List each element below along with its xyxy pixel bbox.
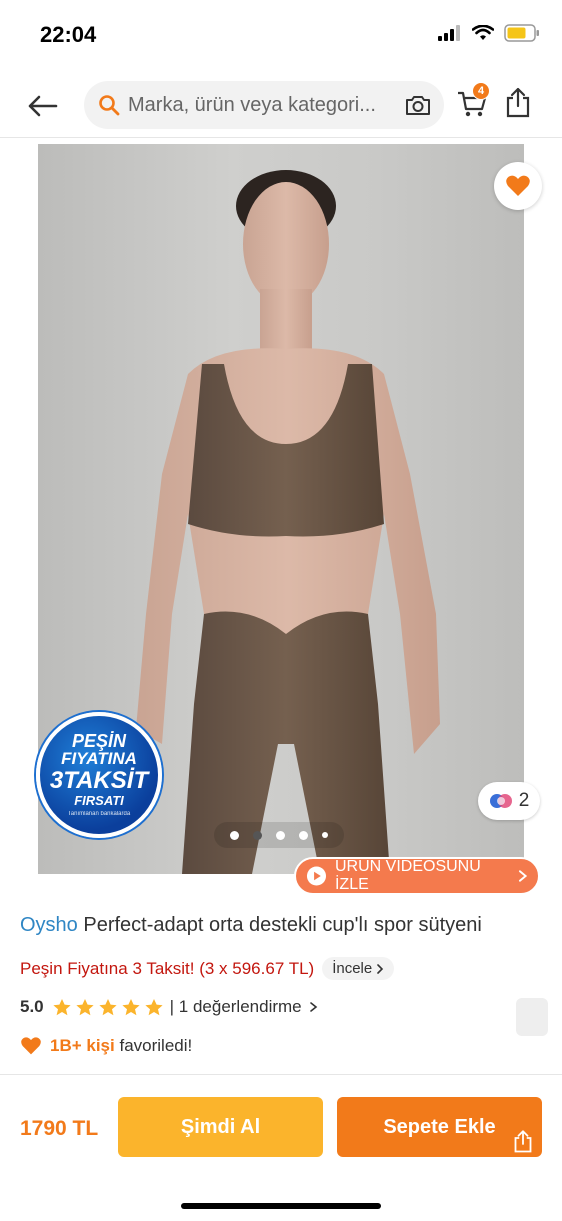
- installment-promo-badge: PEŞİN FIYATINA 3TAKSİT FIRSATI Tanımlana…: [36, 712, 162, 838]
- installment-info: Peşin Fiyatına 3 Taksit! (3 x 596.67 TL)…: [20, 957, 395, 980]
- chevron-right-icon: [377, 963, 384, 974]
- star-icon: [99, 998, 117, 1015]
- favorite-suffix: favoriledi!: [119, 1036, 193, 1055]
- incele-label: İncele: [332, 960, 373, 977]
- promo-line-5: Tanımlanan bankalarda: [67, 811, 131, 817]
- buy-now-button[interactable]: Şimdi Al: [118, 1097, 323, 1157]
- share-icon: [514, 1130, 532, 1153]
- incele-button[interactable]: İncele: [322, 957, 395, 980]
- add-to-cart-button[interactable]: Sepete Ekle: [337, 1097, 542, 1157]
- pagination-dot[interactable]: [276, 830, 285, 840]
- cart-button[interactable]: 4: [456, 82, 492, 124]
- watch-video-label: ÜRÜN VİDEOSUNU İZLE: [334, 858, 481, 893]
- back-arrow-icon: [28, 95, 58, 117]
- search-input[interactable]: Marka, ürün veya kategori...: [84, 81, 444, 129]
- promo-line-1: PEŞİN: [71, 731, 127, 751]
- promo-line-2: FIYATINA: [61, 749, 137, 768]
- installment-text: Peşin Fiyatına 3 Taksit! (3 x 596.67 TL): [20, 958, 315, 978]
- chevron-right-icon: [519, 870, 528, 882]
- brand-link[interactable]: Oysho: [20, 914, 78, 936]
- status-icons: [438, 24, 540, 42]
- buy-now-label: Şimdi Al: [180, 1115, 261, 1138]
- home-indicator[interactable]: [181, 1203, 381, 1209]
- back-button[interactable]: [24, 88, 60, 124]
- heart-icon: [506, 175, 530, 196]
- rating-score: 5.0: [20, 997, 44, 1016]
- pagination-dot-active[interactable]: [253, 830, 262, 840]
- heart-icon: [21, 1037, 41, 1055]
- status-bar: 22:04: [0, 0, 562, 70]
- pagination-dot[interactable]: [299, 830, 308, 840]
- favorites-info: 1B+ kişi favoriledi!: [20, 1036, 192, 1056]
- favorite-count: 1B+ kişi: [50, 1036, 115, 1055]
- promo-line-4: FIRSATI: [74, 793, 124, 808]
- rating-stars: [52, 998, 164, 1017]
- watch-video-button[interactable]: ÜRÜN VİDEOSUNU İZLE: [294, 857, 540, 895]
- star-icon: [53, 998, 71, 1015]
- search-placeholder: Marka, ürün veya kategori...: [128, 93, 376, 116]
- rating-row[interactable]: 5.0 | 1 değerlendirme: [20, 997, 320, 1017]
- search-icon: [99, 95, 120, 116]
- color-options-button[interactable]: 2: [478, 782, 540, 820]
- header: Marka, ürün veya kategori... 4: [0, 76, 562, 138]
- chevron-right-icon: [309, 1002, 317, 1012]
- camera-icon[interactable]: [404, 93, 432, 117]
- bottom-action-bar: 1790 TL Şimdi Al Sepete Ekle: [0, 1074, 562, 1221]
- floating-placeholder: [516, 998, 548, 1036]
- pagination-dot[interactable]: [322, 832, 328, 838]
- color-swatch-icon: [489, 794, 512, 808]
- promo-line-3: 3TAKSİT: [49, 767, 149, 794]
- price: 1790 TL: [20, 1117, 99, 1140]
- star-icon: [145, 998, 163, 1015]
- review-count: | 1 değerlendirme: [169, 997, 302, 1016]
- battery-icon: [504, 24, 539, 42]
- favorite-button[interactable]: [494, 162, 542, 210]
- product-title: Oysho Perfect-adapt orta destekli cup'lı…: [20, 914, 550, 937]
- star-icon: [122, 998, 140, 1015]
- share-button[interactable]: [504, 86, 534, 122]
- add-to-cart-label: Sepete Ekle: [383, 1115, 496, 1138]
- cart-count-badge: 4: [472, 82, 490, 100]
- signal-icon: [438, 25, 460, 41]
- pagination-dot[interactable]: [230, 830, 239, 840]
- color-count: 2: [518, 790, 530, 811]
- play-icon: [306, 866, 327, 886]
- product-name: Perfect-adapt orta destekli cup'lı spor …: [83, 914, 482, 936]
- star-icon: [76, 998, 94, 1015]
- share-icon: [506, 87, 530, 118]
- wifi-icon: [472, 25, 494, 40]
- image-pagination[interactable]: [214, 822, 344, 848]
- status-time: 22:04: [40, 22, 97, 47]
